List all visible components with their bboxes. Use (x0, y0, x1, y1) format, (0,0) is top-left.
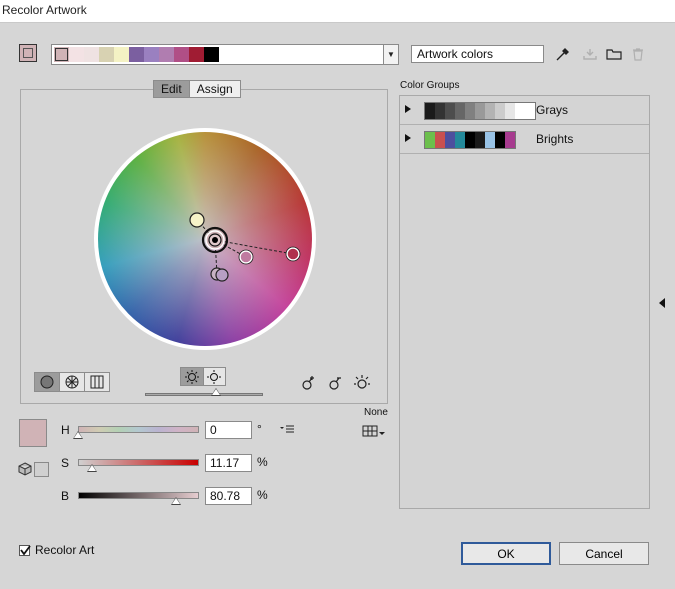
expand-arrow-icon[interactable] (405, 105, 411, 113)
edit-assign-tabs: Edit Assign (153, 80, 241, 98)
artwork-color-swatch[interactable] (54, 47, 69, 62)
hue-menu-icon[interactable] (279, 424, 295, 434)
remove-color-tool-icon[interactable] (327, 374, 345, 392)
artwork-color-swatch[interactable] (69, 47, 84, 62)
hue-sun-icon[interactable] (202, 368, 225, 385)
group-color-swatch[interactable] (505, 103, 515, 119)
group-color-swatch[interactable] (465, 132, 475, 148)
color-group-row[interactable]: Brights (400, 125, 649, 154)
tab-assign[interactable]: Assign (189, 80, 241, 98)
group-color-swatch[interactable] (455, 103, 465, 119)
hue-unit: ° (257, 422, 262, 436)
hue-value-field[interactable]: 0 (205, 421, 252, 439)
group-color-swatch[interactable] (435, 103, 445, 119)
ok-button[interactable]: OK (461, 542, 551, 565)
artwork-color-swatch[interactable] (204, 47, 219, 62)
trash-icon[interactable] (629, 46, 647, 62)
save-group-icon[interactable] (581, 46, 599, 62)
active-color-swatch[interactable] (19, 44, 37, 62)
color-groups-label: Color Groups (400, 80, 460, 91)
expand-arrow-icon[interactable] (405, 134, 411, 142)
segmented-wheel-icon[interactable] (59, 373, 84, 391)
group-color-swatch[interactable] (525, 103, 535, 119)
group-swatches (424, 131, 516, 149)
color-group-name-field[interactable] (411, 45, 544, 63)
group-color-swatch[interactable] (445, 103, 455, 119)
slider-mode-label: None (364, 407, 388, 418)
group-color-swatch[interactable] (475, 132, 485, 148)
chevron-down-icon[interactable]: ▼ (383, 45, 398, 64)
group-color-swatch[interactable] (425, 103, 435, 119)
recolor-art-checkbox[interactable] (19, 544, 31, 556)
color-markers[interactable] (94, 128, 316, 350)
artwork-color-swatch[interactable] (144, 47, 159, 62)
artwork-color-swatch[interactable] (114, 47, 129, 62)
window-title: Recolor Artwork (2, 3, 87, 17)
eyedropper-icon[interactable] (553, 46, 571, 62)
brightness-label: B (61, 489, 70, 503)
folder-icon[interactable] (605, 46, 623, 62)
artwork-color-swatch[interactable] (174, 47, 189, 62)
collapse-panel-arrow-icon[interactable] (659, 298, 665, 308)
group-name: Grays (536, 103, 569, 117)
recolor-art-label: Recolor Art (35, 543, 95, 557)
out-of-gamut-swatch[interactable] (34, 462, 49, 477)
group-color-swatch[interactable] (465, 103, 475, 119)
title-divider (0, 22, 675, 23)
artwork-color-swatch[interactable] (84, 47, 99, 62)
group-color-swatch[interactable] (495, 103, 505, 119)
artwork-color-strip[interactable]: ▼ (51, 44, 399, 65)
current-color-swatch (19, 419, 47, 447)
group-color-swatch[interactable] (515, 103, 525, 119)
add-color-tool-icon[interactable] (300, 374, 318, 392)
group-color-swatch[interactable] (495, 132, 505, 148)
hue-label: H (61, 423, 70, 437)
cube-icon[interactable] (18, 462, 32, 476)
brightness-slider-track[interactable] (145, 393, 263, 396)
group-color-swatch[interactable] (505, 132, 515, 148)
title-bar: Recolor Artwork (0, 0, 675, 22)
color-wheel[interactable] (94, 128, 316, 350)
brightness-unit: % (257, 488, 268, 502)
cancel-button[interactable]: Cancel (559, 542, 649, 565)
group-name: Brights (536, 132, 574, 146)
artwork-color-swatch[interactable] (189, 47, 204, 62)
artwork-color-swatch[interactable] (99, 47, 114, 62)
artwork-color-swatch[interactable] (129, 47, 144, 62)
artwork-color-swatch[interactable] (159, 47, 174, 62)
tab-edit[interactable]: Edit (153, 80, 190, 98)
group-swatches (424, 102, 536, 120)
link-harmony-icon[interactable] (353, 374, 371, 392)
color-bars-icon[interactable] (84, 373, 109, 391)
group-color-swatch[interactable] (435, 132, 445, 148)
brightness-value-field[interactable]: 80.78 (205, 487, 252, 505)
group-color-swatch[interactable] (485, 103, 495, 119)
color-mode-menu-icon[interactable] (362, 423, 386, 439)
group-color-swatch[interactable] (425, 132, 435, 148)
brightness-sun-icon[interactable] (181, 368, 203, 385)
color-groups-panel: Grays Brights (399, 95, 650, 509)
smooth-wheel-icon[interactable] (35, 373, 59, 391)
saturation-label: S (61, 456, 70, 470)
group-color-swatch[interactable] (485, 132, 495, 148)
group-color-swatch[interactable] (445, 132, 455, 148)
hue-slider[interactable] (78, 426, 199, 433)
wheel-mode-buttons (34, 372, 110, 392)
brightness-hue-toggle (180, 367, 226, 386)
brightness-slider[interactable] (78, 492, 199, 499)
group-color-swatch[interactable] (475, 103, 485, 119)
recolor-art-option[interactable]: Recolor Art (19, 543, 94, 557)
saturation-value-field[interactable]: 11.17 (205, 454, 252, 472)
group-color-swatch[interactable] (455, 132, 465, 148)
color-group-row[interactable]: Grays (400, 96, 649, 125)
saturation-unit: % (257, 455, 268, 469)
